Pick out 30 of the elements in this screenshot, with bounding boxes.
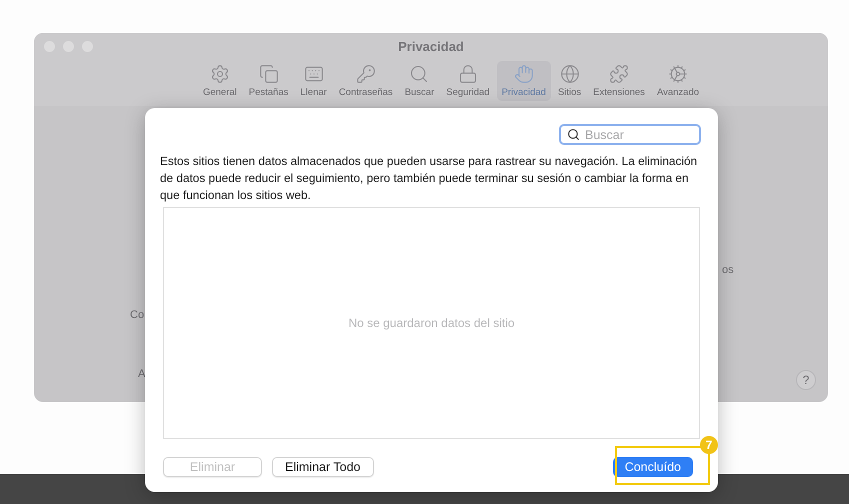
hand-icon bbox=[514, 64, 534, 84]
setting-label: os bbox=[722, 264, 734, 276]
toolbar-tab[interactable]: Seguridad bbox=[441, 61, 495, 101]
lock-icon bbox=[458, 64, 478, 84]
setting-label: Co bbox=[130, 309, 144, 321]
toolbar-tab[interactable]: Privacidad bbox=[496, 61, 551, 101]
done-button[interactable]: Concluído bbox=[612, 457, 693, 477]
empty-message: No se guardaron datos del sitio bbox=[348, 316, 515, 330]
key-icon bbox=[356, 64, 376, 84]
search-icon bbox=[567, 128, 580, 141]
toolbar-tab[interactable]: General bbox=[198, 61, 242, 101]
search-field[interactable]: Buscar bbox=[559, 124, 701, 145]
puzzle-icon bbox=[609, 64, 630, 84]
toolbar-tab[interactable]: Buscar bbox=[400, 61, 440, 101]
toolbar-tab[interactable]: Llenar bbox=[295, 61, 332, 101]
remove-button[interactable]: Eliminar Todo bbox=[272, 457, 374, 477]
toolbar-tab[interactable]: Extensiones bbox=[588, 61, 650, 101]
keyboard-icon bbox=[304, 64, 324, 84]
description-text: Estos sitios tienen datos almacenados que pueden usarse para rastrear su navegación. La eliminación de datos puede reducir el seguimiento, pero también puede terminar su sesión o cambiar la forma en que funcionan los sitios web. bbox=[160, 153, 698, 204]
toolbar-tab[interactable]: Avanzado bbox=[652, 61, 704, 101]
squares-icon bbox=[258, 64, 279, 84]
window-title: Privacidad bbox=[398, 38, 464, 54]
toolbar-tab[interactable]: Pestañas bbox=[244, 61, 294, 101]
toolbar-tab[interactable]: Contraseñas bbox=[334, 61, 398, 101]
help-button[interactable]: ? bbox=[796, 370, 816, 390]
setting-label: A bbox=[138, 368, 146, 380]
search-icon bbox=[409, 64, 430, 84]
toolbar-tab[interactable]: Sitios bbox=[552, 61, 586, 101]
gear-icon bbox=[210, 64, 230, 84]
globe-icon bbox=[560, 64, 580, 84]
